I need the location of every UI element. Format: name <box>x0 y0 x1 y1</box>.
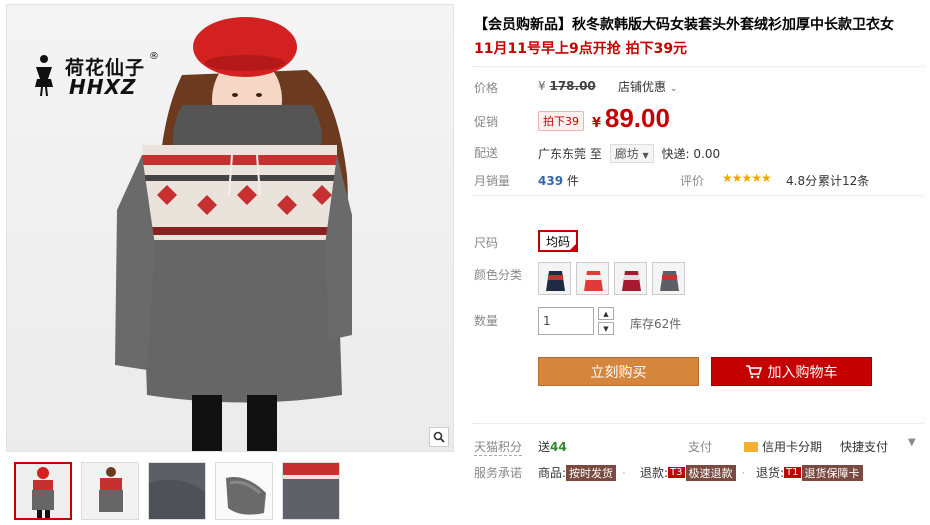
promo-tag: 拍下39 <box>538 111 584 131</box>
original-price: ¥ 178.00 <box>538 79 596 93</box>
service-key: 商品: <box>538 466 567 480</box>
shipping-fee: 快递: 0.00 <box>661 147 721 161</box>
thumbnail-3[interactable] <box>148 462 206 520</box>
service-tag[interactable]: 退货保障卡 <box>801 464 863 481</box>
buy-now-button[interactable]: 立刻购买 <box>538 357 699 386</box>
service-badge: T3 <box>668 467 685 478</box>
add-to-cart-label: 加入购物车 <box>767 364 838 381</box>
size-option-selected[interactable]: 均码 <box>538 230 578 252</box>
product-title: 【会员购新品】秋冬款韩版大码女装套头外套绒衫加厚中长款卫衣女 <box>474 17 894 33</box>
credit-card-label: 信用卡分期 <box>762 440 823 454</box>
brand-logo: 荷花仙子 HHXZ ® <box>33 51 163 99</box>
chevron-up-icon: ▲ <box>603 309 609 318</box>
service-label: 服务承诺 <box>474 466 523 480</box>
add-to-cart-button[interactable]: 加入购物车 <box>711 357 872 386</box>
rating-score: 4.8分 <box>786 174 818 188</box>
quantity-label: 数量 <box>474 314 499 328</box>
registered-mark: ® <box>149 51 159 62</box>
service-tag[interactable]: 极速退款 <box>685 464 736 481</box>
rating-label: 评价 <box>680 174 705 188</box>
points-info: 送44 <box>538 438 567 455</box>
thumbnail-4[interactable] <box>215 462 273 520</box>
quick-pay-option[interactable]: 快捷支付 <box>840 438 888 455</box>
original-price-value: 178.00 <box>549 79 596 93</box>
service-key: 退款: <box>640 466 669 480</box>
credit-card-icon <box>744 441 758 452</box>
monthly-sales-label: 月销量 <box>474 174 511 188</box>
size-label: 尺码 <box>474 236 499 250</box>
thumbnail-image <box>82 463 138 519</box>
quantity-increase-button[interactable]: ▲ <box>598 307 614 320</box>
color-swatch-navy[interactable] <box>538 262 571 295</box>
swatch-image <box>546 271 565 291</box>
thumbnail-image <box>283 463 339 519</box>
swatch-image <box>584 271 603 291</box>
sales-count: 439 <box>538 174 564 188</box>
sales-unit: 件 <box>566 174 579 188</box>
chevron-down-icon[interactable]: ▼ <box>908 437 916 448</box>
thumbnail-1[interactable] <box>14 462 72 520</box>
thumbnail-image <box>16 464 70 518</box>
color-options <box>538 262 685 295</box>
service-badge: T1 <box>784 467 801 478</box>
service-shipping: 商品: 按时发货 · <box>538 464 632 481</box>
brand-name-en: HHXZ <box>69 75 137 99</box>
extras-section: 天猫积分 送44 支付 信用卡分期 快捷支付 ▼ 服务承诺 商品: 按时发货 ·… <box>472 423 924 483</box>
stock-info: 库存62件 <box>630 317 682 331</box>
shipping-info: 广东东莞 至 廊坊 ▼ 快递: 0.00 <box>538 144 720 163</box>
promo-price: ¥ 89.00 <box>592 103 670 134</box>
promo-currency: ¥ <box>592 116 602 131</box>
thumbnail-strip <box>14 462 340 520</box>
color-swatch-crimson[interactable] <box>614 262 647 295</box>
color-swatch-red[interactable] <box>576 262 609 295</box>
quantity-decrease-button[interactable]: ▼ <box>598 322 614 335</box>
swatch-image <box>660 271 679 291</box>
swatch-image <box>622 271 641 291</box>
shipping-label: 配送 <box>474 146 499 160</box>
thumbnail-image <box>149 463 205 519</box>
buy-now-label: 立刻购买 <box>590 364 647 381</box>
shop-promo-dropdown[interactable]: 店铺优惠 ⌄ <box>618 78 677 95</box>
ship-to-word: 至 <box>589 147 602 161</box>
size-option-label: 均码 <box>545 234 570 249</box>
product-subtitle: 11月11号早上9点开抢 拍下39元 <box>474 41 688 57</box>
zoom-button[interactable] <box>429 427 449 447</box>
cart-icon <box>745 364 762 378</box>
shop-promo-label: 店铺优惠 <box>618 80 667 94</box>
promo-price-value: 89.00 <box>604 103 670 133</box>
color-label: 颜色分类 <box>474 268 523 282</box>
rating-stars: ★★★★★ <box>722 171 772 185</box>
price-label: 价格 <box>474 81 499 95</box>
service-tag[interactable]: 按时发货 <box>566 464 617 481</box>
separator: · <box>622 465 626 480</box>
service-key: 退货: <box>756 466 785 480</box>
currency-symbol: ¥ <box>538 79 546 93</box>
ship-to-city-select[interactable]: 廊坊 ▼ <box>609 144 654 163</box>
credit-card-installment[interactable]: 信用卡分期 <box>744 438 822 455</box>
thumbnail-2[interactable] <box>81 462 139 520</box>
points-text: 送 <box>538 440 551 454</box>
service-return: 退货: T1 退货保障卡 <box>756 464 863 481</box>
tmall-points-label[interactable]: 天猫积分 <box>474 438 523 456</box>
magnifier-icon <box>433 431 445 443</box>
quantity-input[interactable] <box>538 307 594 335</box>
price-section: 价格 ¥ 178.00 店铺优惠 ⌄ 促销 拍下39 ¥ 89.00 配送 广东… <box>472 66 924 196</box>
chevron-down-icon: ⌄ <box>669 84 678 94</box>
points-value: 44 <box>550 440 567 454</box>
chevron-down-icon: ▼ <box>642 151 649 160</box>
thumbnail-5[interactable] <box>282 462 340 520</box>
main-product-image[interactable]: 荷花仙子 HHXZ ® <box>6 4 454 452</box>
review-count-link[interactable]: 累计12条 <box>818 172 869 189</box>
service-refund: 退款: T3 极速退款 · <box>640 464 751 481</box>
ship-to-city: 廊坊 <box>614 147 639 161</box>
promo-label: 促销 <box>474 115 499 129</box>
ship-from: 广东东莞 <box>538 147 587 161</box>
payment-label: 支付 <box>688 440 713 454</box>
brand-figure-icon <box>35 55 53 97</box>
separator: · <box>741 465 746 480</box>
monthly-sales: 439 件 <box>538 172 579 189</box>
color-swatch-grey[interactable] <box>652 262 685 295</box>
chevron-down-icon: ▼ <box>603 324 609 333</box>
thumbnail-image <box>216 463 272 519</box>
